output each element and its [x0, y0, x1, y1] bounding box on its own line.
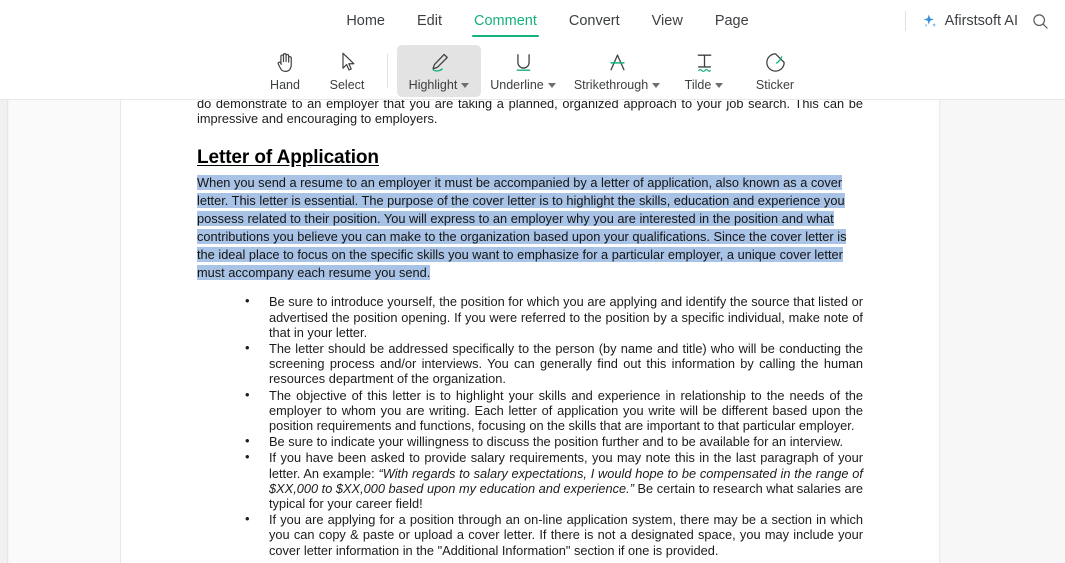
left-rail: [0, 100, 8, 563]
section-heading: Letter of Application: [197, 147, 379, 169]
afirstsoft-ai-label: Afirstsoft AI: [944, 13, 1018, 29]
bullet-text: If you are applying for a position throu…: [269, 512, 863, 558]
hand-icon: [274, 49, 297, 75]
page-margin-right: [941, 100, 1065, 563]
list-item: The letter should be addressed specifica…: [197, 340, 863, 387]
main-menu-bar: Home Edit Comment Convert View Page Afir…: [0, 0, 1065, 42]
chevron-down-icon[interactable]: [715, 83, 724, 88]
comment-toolbar: Hand Select Highlight Underline Striketh…: [0, 42, 1065, 100]
toolbar-divider: [387, 53, 388, 88]
menu-tab-convert[interactable]: Convert: [569, 0, 620, 42]
app-window: Home Edit Comment Convert View Page Afir…: [0, 0, 1065, 563]
menu-tab-home[interactable]: Home: [346, 0, 385, 42]
list-item: Be sure to indicate your willingness to …: [197, 433, 863, 450]
tool-strikethrough-label: Strikethrough: [573, 78, 661, 92]
document-viewport[interactable]: do demonstrate to an employer that you a…: [0, 100, 1065, 563]
underline-icon: [511, 49, 536, 75]
tool-label-text: Underline: [490, 78, 544, 92]
bullet-list: Be sure to introduce yourself, the posit…: [197, 293, 863, 558]
menu-tab-list: Home Edit Comment Convert View Page: [316, 0, 749, 42]
cursor-arrow-icon: [336, 49, 359, 75]
list-item: If you are applying for a position throu…: [197, 511, 863, 558]
tool-label-text: Sticker: [755, 78, 795, 92]
bullet-text: Be sure to introduce yourself, the posit…: [269, 294, 863, 340]
chevron-down-icon[interactable]: [652, 83, 661, 88]
bullet-text: The letter should be addressed specifica…: [269, 341, 863, 387]
bullet-text: The objective of this letter is to highl…: [269, 387, 863, 434]
page-margin-left: [9, 100, 120, 563]
menu-right-group: Afirstsoft AI: [904, 0, 1051, 42]
tool-hand[interactable]: Hand: [254, 45, 316, 97]
tool-label-text: Select: [329, 78, 365, 92]
list-item: Be sure to introduce yourself, the posit…: [197, 293, 863, 340]
highlight-pen-icon: [427, 49, 452, 75]
afirstsoft-ai-button[interactable]: Afirstsoft AI: [920, 12, 1018, 31]
sticker-icon: [763, 49, 788, 75]
sparkle-icon: [920, 12, 939, 31]
tool-underline[interactable]: Underline: [481, 45, 565, 97]
search-icon[interactable]: [1030, 11, 1051, 32]
menu-tab-view[interactable]: View: [652, 0, 683, 42]
tool-label-text: Highlight: [408, 78, 458, 92]
tool-label-text: Tilde: [684, 78, 712, 92]
paragraph-partial: do demonstrate to an employer that you a…: [197, 100, 863, 127]
menu-tab-edit[interactable]: Edit: [417, 0, 442, 42]
tilde-text-icon: [692, 49, 717, 75]
tool-select[interactable]: Select: [316, 45, 378, 97]
tool-select-label: Select: [330, 78, 365, 92]
page-content: do demonstrate to an employer that you a…: [121, 100, 939, 558]
chevron-down-icon[interactable]: [547, 83, 556, 88]
menu-tab-page[interactable]: Page: [715, 0, 749, 42]
bullet-text: Be sure to indicate your willingness to …: [269, 434, 844, 450]
chevron-down-icon[interactable]: [461, 83, 470, 88]
tool-strikethrough[interactable]: Strikethrough: [565, 45, 669, 97]
tool-sticker-label: Sticker: [756, 78, 794, 92]
tool-underline-label: Underline: [490, 78, 556, 92]
highlighted-annotation[interactable]: When you send a resume to an employer it…: [197, 174, 863, 282]
document-page[interactable]: do demonstrate to an employer that you a…: [120, 100, 940, 563]
tool-label-text: Strikethrough: [573, 78, 649, 92]
tool-tilde-label: Tilde: [685, 78, 724, 92]
list-item: The objective of this letter is to highl…: [197, 387, 863, 434]
tool-sticker[interactable]: Sticker: [739, 45, 811, 97]
tool-tilde[interactable]: Tilde: [669, 45, 739, 97]
menu-divider: [904, 11, 906, 31]
tool-hand-label: Hand: [270, 78, 300, 92]
highlighted-paragraph-text: When you send a resume to an employer it…: [197, 175, 847, 281]
list-item: If you have been asked to provide salary…: [197, 449, 863, 511]
menu-tab-comment[interactable]: Comment: [472, 0, 539, 42]
tool-highlight[interactable]: Highlight: [397, 44, 481, 97]
strikethrough-icon: [605, 49, 630, 75]
tool-highlight-label: Highlight: [409, 78, 470, 92]
tool-label-text: Hand: [270, 78, 300, 92]
